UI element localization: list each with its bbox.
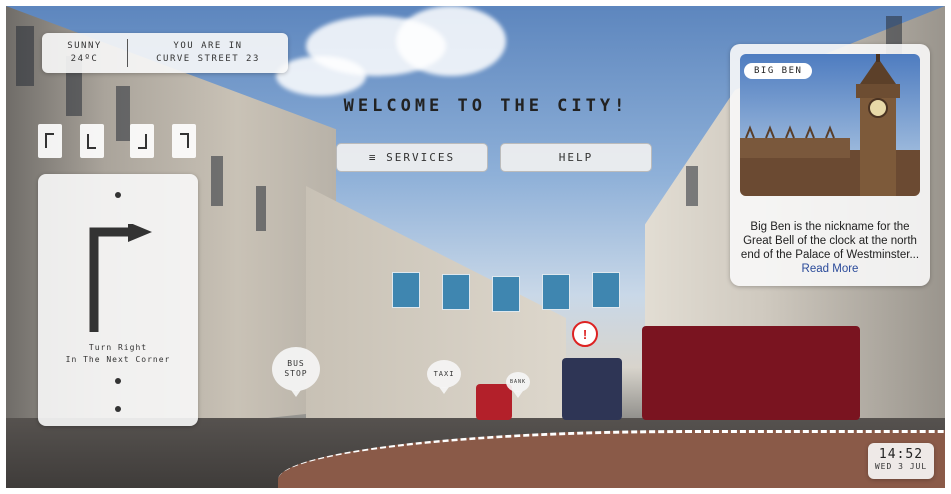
location-street: CURVE STREET 23 xyxy=(156,54,260,64)
alert-pin[interactable]: ! xyxy=(572,321,598,347)
bank-pin-label: BANK xyxy=(509,379,527,385)
route-dot xyxy=(115,378,121,384)
alert-icon: ! xyxy=(582,326,588,342)
turn-right-arrow-icon xyxy=(86,222,158,338)
location-label: YOU ARE IN xyxy=(173,41,243,51)
navigation-line1: Turn Right xyxy=(88,343,148,352)
corner-top-left-icon[interactable] xyxy=(38,124,62,158)
taxi-pin-label: TAXI xyxy=(433,370,455,378)
services-button[interactable]: ≡ SERVICES xyxy=(336,143,488,172)
bus-stop-pin[interactable]: BUS STOP xyxy=(272,347,320,397)
bus-pin-line1: BUS xyxy=(287,359,305,368)
taxi-pin[interactable]: TAXI xyxy=(427,360,461,394)
weather-temperature: 24ºC xyxy=(70,54,99,64)
description-text: Big Ben is the nickname for the Great Be… xyxy=(740,221,920,261)
bank-pin[interactable]: BANK xyxy=(506,372,530,398)
route-dot xyxy=(115,192,121,198)
weather-condition: SUNNY xyxy=(67,41,102,51)
corner-bottom-left-icon[interactable] xyxy=(80,124,104,158)
weather-widget: SUNNY 24ºC xyxy=(42,40,127,66)
bus-pin-line2: STOP xyxy=(284,369,308,378)
status-bar: SUNNY 24ºC YOU ARE IN CURVE STREET 23 xyxy=(42,33,288,73)
read-more-link[interactable]: Read More xyxy=(802,263,859,275)
location-widget: YOU ARE IN CURVE STREET 23 xyxy=(128,40,288,66)
menu-icon: ≡ xyxy=(368,151,378,164)
corner-bottom-right-icon[interactable] xyxy=(130,124,154,158)
route-dot xyxy=(115,406,121,412)
landmark-description: Big Ben is the nickname for the Great Be… xyxy=(740,220,920,276)
welcome-title: WELCOME TO THE CITY! xyxy=(343,96,629,116)
navigation-instruction: Turn Right In The Next Corner xyxy=(38,342,198,366)
help-label: HELP xyxy=(558,151,594,164)
help-button[interactable]: HELP xyxy=(500,143,652,172)
clock-time: 14:52 xyxy=(878,447,924,462)
navigation-panel: Turn Right In The Next Corner xyxy=(38,174,198,426)
landmark-info-card[interactable]: BIG BEN Big Ben is the nickname for the … xyxy=(730,44,930,286)
navigation-line2: In The Next Corner xyxy=(65,355,171,364)
corner-top-right-icon[interactable] xyxy=(172,124,196,158)
services-label: SERVICES xyxy=(386,151,456,164)
clock-date: WED 3 JUL xyxy=(874,462,928,471)
landmark-tag: BIG BEN xyxy=(744,63,813,79)
clock-widget: 14:52 WED 3 JUL xyxy=(868,443,934,479)
